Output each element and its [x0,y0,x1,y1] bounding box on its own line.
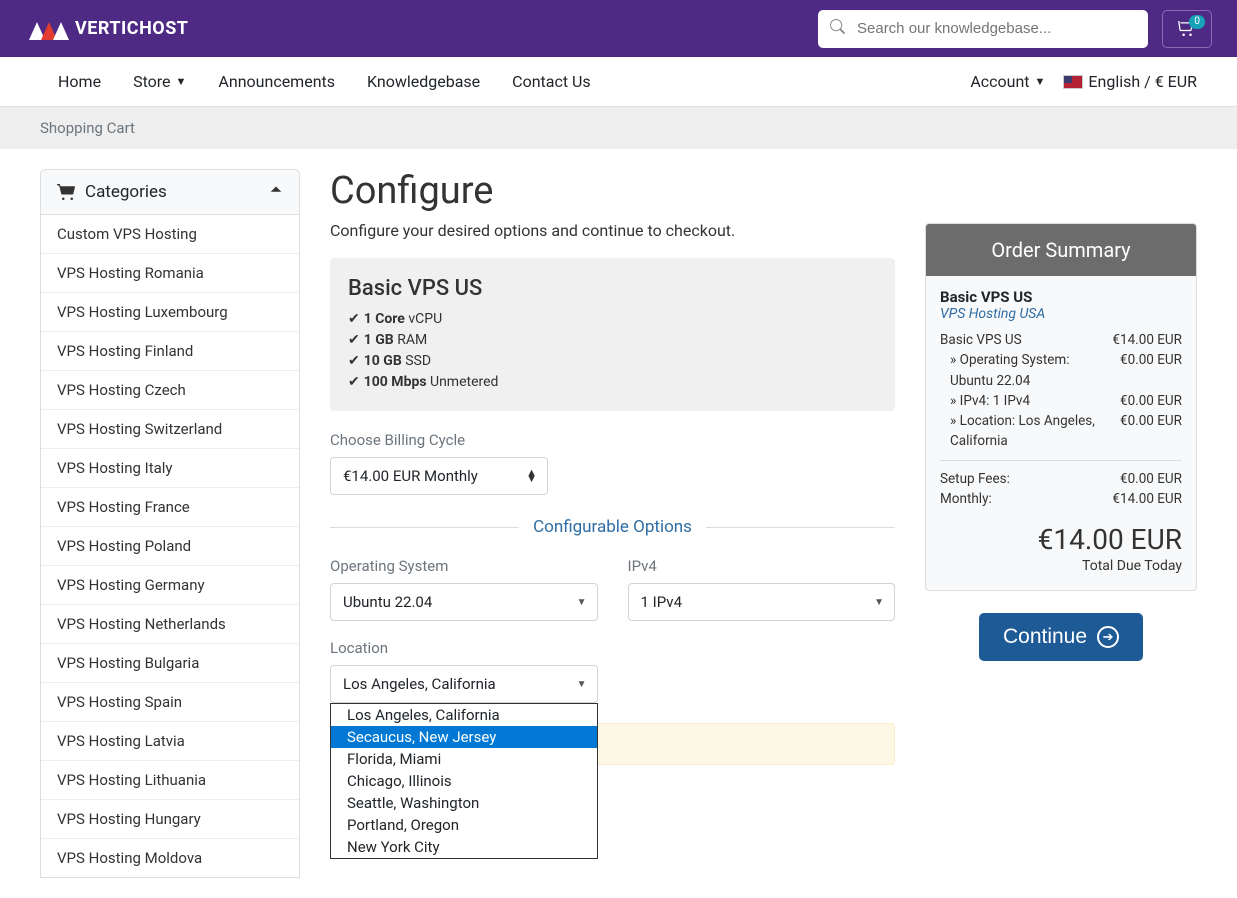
sidebar-category-item[interactable]: VPS Hosting Switzerland [41,410,299,449]
order-summary-column: Order Summary Basic VPS US VPS Hosting U… [925,223,1197,878]
ipv4-select[interactable]: 1 IPv4 ▼ [628,583,896,621]
sidebar-category-item[interactable]: VPS Hosting Spain [41,683,299,722]
sidebar-category-item[interactable]: VPS Hosting Czech [41,371,299,410]
sidebar-category-item[interactable]: VPS Hosting Bulgaria [41,644,299,683]
location-option[interactable]: Portland, Oregon [331,814,597,836]
locale-switcher[interactable]: English / € EUR [1063,72,1197,91]
summary-product: Basic VPS US [940,288,1182,306]
billing-cycle-label: Choose Billing Cycle [330,431,895,449]
sidebar-category-item[interactable]: VPS Hosting Finland [41,332,299,371]
nav-account[interactable]: Account▼ [970,72,1045,91]
continue-button[interactable]: Continue ➔ [979,613,1143,661]
nav-contact[interactable]: Contact Us [512,72,591,91]
product-name: Basic VPS US [348,276,877,301]
sort-icon: ▲▼ [526,470,537,482]
location-option[interactable]: Chicago, Illinois [331,770,597,792]
product-feature: ✔100 Mbps Unmetered [348,372,877,393]
flag-us-icon [1063,75,1083,89]
chevron-down-icon: ▼ [577,597,587,608]
cart-button[interactable]: 0 [1162,10,1212,48]
summary-fee-item: Setup Fees:€0.00 EUR [940,469,1182,489]
location-option[interactable]: Florida, Miami [331,748,597,770]
search-box[interactable] [818,10,1148,48]
summary-line-item: » Location: Los Angeles, California€0.00… [940,411,1182,452]
search-icon [830,19,845,38]
chevron-down-icon: ▼ [176,75,187,88]
sidebar-category-item[interactable]: VPS Hosting Italy [41,449,299,488]
cart-icon [57,184,75,200]
product-feature: ✔1 Core vCPU [348,309,877,330]
summary-total: €14.00 EUR [940,523,1182,556]
product-feature: ✔10 GB SSD [348,351,877,372]
brand-name: VERTICHOST [75,18,188,39]
order-summary-card: Order Summary Basic VPS US VPS Hosting U… [925,223,1197,591]
location-option[interactable]: Secaucus, New Jersey [331,726,597,748]
product-feature: ✔1 GB RAM [348,330,877,351]
sidebar-category-item[interactable]: Custom VPS Hosting [41,215,299,254]
page-title: Configure [330,169,895,213]
os-select[interactable]: Ubuntu 22.04 ▼ [330,583,598,621]
cart-count-badge: 0 [1189,15,1205,29]
categories-header[interactable]: Categories [40,169,300,215]
summary-due-label: Total Due Today [940,558,1182,574]
configurable-options-divider: Configurable Options [330,517,895,537]
nav-knowledgebase[interactable]: Knowledgebase [367,72,480,91]
sidebar-category-item[interactable]: VPS Hosting Lithuania [41,761,299,800]
location-option[interactable]: New York City [331,836,597,858]
top-bar: VERTICHOST 0 [0,0,1237,57]
nav-home[interactable]: Home [58,72,101,91]
main-content: Configure Configure your desired options… [330,169,895,878]
arrow-right-circle-icon: ➔ [1097,626,1119,648]
main-nav: Home Store▼ Announcements Knowledgebase … [0,57,1237,107]
summary-line-item: » Operating System: Ubuntu 22.04€0.00 EU… [940,350,1182,391]
logo-icon [25,12,71,46]
sidebar-category-item[interactable]: VPS Hosting Moldova [41,839,299,877]
sidebar-category-item[interactable]: VPS Hosting Romania [41,254,299,293]
sidebar-category-item[interactable]: VPS Hosting Netherlands [41,605,299,644]
location-option[interactable]: Los Angeles, California [331,704,597,726]
summary-category: VPS Hosting USA [940,306,1182,322]
sidebar-category-item[interactable]: VPS Hosting Germany [41,566,299,605]
chevron-down-icon: ▼ [1035,75,1046,88]
product-summary-box: Basic VPS US ✔1 Core vCPU✔1 GB RAM✔10 GB… [330,258,895,411]
sidebar: Categories Custom VPS HostingVPS Hosting… [40,169,300,878]
sidebar-category-item[interactable]: VPS Hosting Poland [41,527,299,566]
summary-line-item: Basic VPS US€14.00 EUR [940,330,1182,350]
nav-store[interactable]: Store▼ [133,72,186,91]
nav-announcements[interactable]: Announcements [218,72,335,91]
breadcrumb: Shopping Cart [0,107,1237,149]
search-input[interactable] [857,20,1136,37]
summary-line-item: » IPv4: 1 IPv4€0.00 EUR [940,391,1182,411]
location-select[interactable]: Los Angeles, California ▼ [330,665,598,703]
categories-title: Categories [85,182,167,202]
chevron-down-icon: ▼ [874,597,884,608]
sidebar-category-item[interactable]: VPS Hosting Hungary [41,800,299,839]
chevron-up-icon [269,182,283,202]
categories-list: Custom VPS HostingVPS Hosting RomaniaVPS… [40,215,300,878]
brand-logo[interactable]: VERTICHOST [25,12,188,46]
location-label: Location [330,639,598,657]
location-option[interactable]: Seattle, Washington [331,792,597,814]
billing-cycle-select[interactable]: €14.00 EUR Monthly ▲▼ [330,457,548,495]
sidebar-category-item[interactable]: VPS Hosting Latvia [41,722,299,761]
sidebar-category-item[interactable]: VPS Hosting France [41,488,299,527]
order-summary-title: Order Summary [926,224,1196,276]
chevron-down-icon: ▼ [577,679,587,690]
ipv4-label: IPv4 [628,557,896,575]
sidebar-category-item[interactable]: VPS Hosting Luxembourg [41,293,299,332]
location-dropdown-list: Los Angeles, CaliforniaSecaucus, New Jer… [330,703,598,859]
os-label: Operating System [330,557,598,575]
summary-fee-item: Monthly:€14.00 EUR [940,489,1182,509]
page-subtitle: Configure your desired options and conti… [330,221,895,240]
